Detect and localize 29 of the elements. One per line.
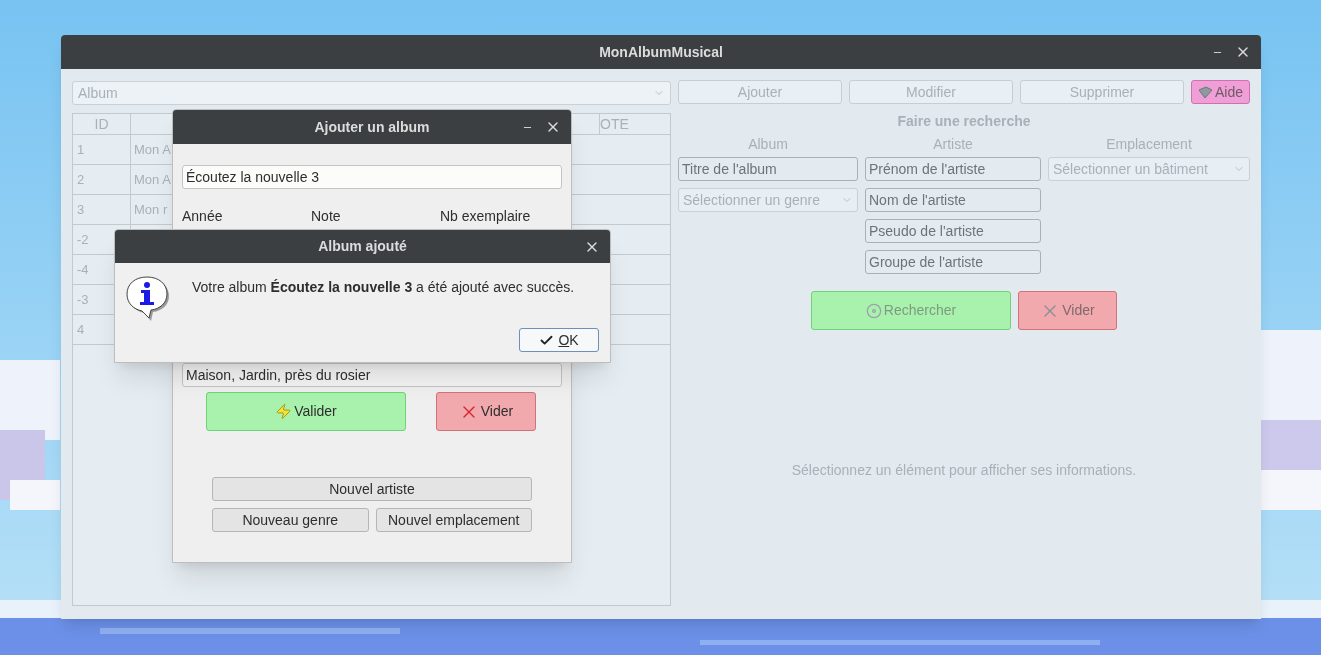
album-title-field[interactable]: Écoutez la nouvelle 3 xyxy=(182,165,562,189)
clear-button[interactable]: Vider xyxy=(436,392,536,431)
window-title: MonAlbumMusical xyxy=(599,42,723,62)
ok-button[interactable]: OK xyxy=(519,328,599,352)
table-cell: 2 xyxy=(73,165,131,194)
field-label: Note xyxy=(311,207,342,226)
lightning-icon xyxy=(275,403,293,420)
column-heading: Album xyxy=(747,136,789,153)
validate-button[interactable]: Valider xyxy=(206,392,406,431)
window-title: Ajouter un album xyxy=(314,117,430,137)
info-icon xyxy=(125,275,172,322)
secondary-button[interactable]: Nouvel artiste xyxy=(212,477,532,501)
empty-state-message: Sélectionnez un élément pour afficher ses informations. xyxy=(791,461,1137,480)
disc-icon xyxy=(865,302,882,319)
secondary-button[interactable]: Nouvel emplacement xyxy=(375,508,532,532)
location-field[interactable]: Maison, Jardin, près du rosier xyxy=(182,363,562,387)
window-title: Album ajouté xyxy=(318,237,407,256)
message-text: Votre album Écoutez la nouvelle 3 a été ajouté avec succès. xyxy=(192,278,575,297)
table-cell-text: Mon r xyxy=(133,200,168,219)
column-heading: Artiste xyxy=(932,136,974,153)
table-cell-text: Mon A xyxy=(133,170,171,189)
table-cell: 3 xyxy=(73,195,131,224)
table-cell-text: Mon A xyxy=(133,140,171,159)
table-cell: 1 xyxy=(73,135,131,164)
secondary-button[interactable]: Nouveau genre xyxy=(212,508,369,532)
field-label: Année xyxy=(182,207,224,226)
column-heading: Emplacement xyxy=(1105,136,1193,153)
search-title: Faire une recherche xyxy=(896,112,1032,131)
field-label: Nb exemplaire xyxy=(440,207,531,226)
